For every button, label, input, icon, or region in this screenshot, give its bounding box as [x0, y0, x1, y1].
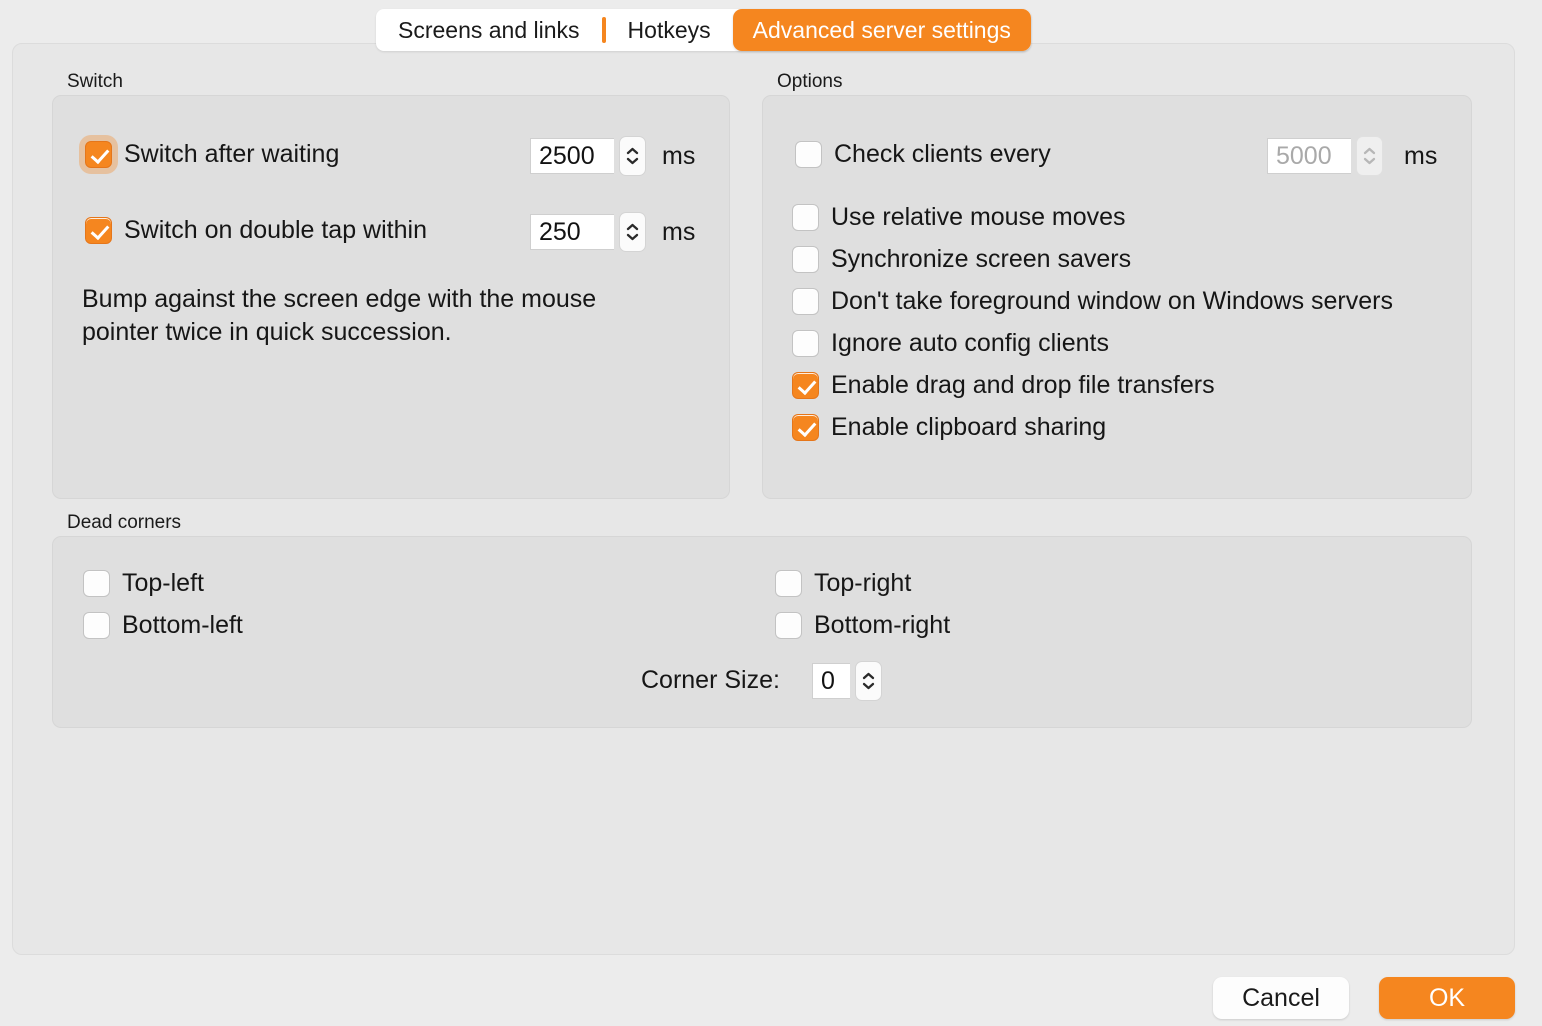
check-clients-every-label: Check clients every: [834, 140, 1051, 168]
check-clients-every-spinbox[interactable]: 5000: [1267, 136, 1383, 176]
tab-bar: Screens and links Hotkeys Advanced serve…: [376, 9, 1031, 51]
dead-corner-bottom-left-row[interactable]: Bottom-left: [83, 612, 243, 639]
chevron-up-icon[interactable]: [862, 672, 875, 680]
dead-corner-top-left-checkbox[interactable]: [83, 570, 110, 597]
chevron-up-icon[interactable]: [1363, 147, 1376, 155]
options-group-title: Options: [777, 71, 843, 92]
check-clients-every-input[interactable]: 5000: [1267, 138, 1351, 174]
dialog-window: Screens and links Hotkeys Advanced serve…: [0, 0, 1542, 1026]
dead-corners-group-title: Dead corners: [67, 512, 182, 533]
dead-corner-bottom-right-label: Bottom-right: [814, 611, 951, 639]
tab-advanced-server-settings[interactable]: Advanced server settings: [732, 9, 1031, 51]
option-synchronize-screen-savers[interactable]: Synchronize screen savers: [792, 246, 1131, 273]
dead-corner-bottom-left-label: Bottom-left: [122, 611, 243, 639]
check-clients-every-unit: ms: [1404, 142, 1438, 170]
check-clients-every-row[interactable]: Check clients every: [795, 141, 1051, 168]
chevron-down-icon[interactable]: [1363, 157, 1376, 165]
synchronize-screen-savers-checkbox[interactable]: [792, 246, 819, 273]
corner-size-spinbox[interactable]: 0: [812, 661, 882, 701]
switch-after-waiting-checkbox[interactable]: [85, 141, 112, 168]
dead-corner-bottom-right-row[interactable]: Bottom-right: [775, 612, 950, 639]
switch-after-waiting-unit: ms: [662, 142, 696, 170]
switch-on-double-tap-spinbox[interactable]: 250: [530, 212, 646, 252]
cancel-button[interactable]: Cancel: [1213, 977, 1349, 1019]
corner-size-stepper[interactable]: [855, 661, 882, 701]
dead-corner-bottom-right-checkbox[interactable]: [775, 612, 802, 639]
chevron-down-icon[interactable]: [626, 157, 639, 165]
ok-button[interactable]: OK: [1379, 977, 1515, 1019]
switch-hint-text: Bump against the screen edge with the mo…: [82, 285, 597, 346]
use-relative-mouse-moves-checkbox[interactable]: [792, 204, 819, 231]
dead-corner-bottom-left-checkbox[interactable]: [83, 612, 110, 639]
ignore-auto-config-clients-label: Ignore auto config clients: [831, 329, 1109, 357]
switch-on-double-tap-input[interactable]: 250: [530, 214, 614, 250]
dont-take-foreground-window-label: Don't take foreground window on Windows …: [831, 287, 1393, 315]
dead-corner-top-right-row[interactable]: Top-right: [775, 570, 911, 597]
chevron-up-icon[interactable]: [626, 223, 639, 231]
dead-corner-top-left-row[interactable]: Top-left: [83, 570, 204, 597]
option-ignore-auto-config-clients[interactable]: Ignore auto config clients: [792, 330, 1109, 357]
switch-on-double-tap-stepper[interactable]: [619, 212, 646, 252]
tab-hotkeys[interactable]: Hotkeys: [606, 9, 733, 51]
dead-corner-top-right-label: Top-right: [814, 569, 912, 597]
check-clients-every-stepper[interactable]: [1356, 136, 1383, 176]
use-relative-mouse-moves-label: Use relative mouse moves: [831, 203, 1126, 231]
option-enable-clipboard-sharing[interactable]: Enable clipboard sharing: [792, 414, 1106, 441]
dont-take-foreground-window-checkbox[interactable]: [792, 288, 819, 315]
enable-drag-and-drop-checkbox[interactable]: [792, 372, 819, 399]
chevron-down-icon[interactable]: [862, 682, 875, 690]
tab-screens-and-links[interactable]: Screens and links: [376, 9, 602, 51]
enable-clipboard-sharing-label: Enable clipboard sharing: [831, 413, 1107, 441]
switch-on-double-tap-label: Switch on double tap within: [124, 216, 427, 244]
switch-on-double-tap-unit: ms: [662, 218, 696, 246]
option-enable-drag-and-drop[interactable]: Enable drag and drop file transfers: [792, 372, 1215, 399]
switch-after-waiting-input[interactable]: 2500: [530, 138, 614, 174]
chevron-down-icon[interactable]: [626, 233, 639, 241]
dead-corner-top-right-checkbox[interactable]: [775, 570, 802, 597]
switch-after-waiting-label: Switch after waiting: [124, 140, 340, 168]
switch-after-waiting-row[interactable]: Switch after waiting: [85, 141, 339, 168]
switch-group-title: Switch: [67, 71, 123, 92]
tab-separator: [601, 17, 606, 43]
ignore-auto-config-clients-checkbox[interactable]: [792, 330, 819, 357]
check-clients-every-checkbox[interactable]: [795, 141, 822, 168]
corner-size-input[interactable]: 0: [812, 663, 850, 699]
switch-on-double-tap-row[interactable]: Switch on double tap within: [85, 217, 427, 244]
option-use-relative-mouse-moves[interactable]: Use relative mouse moves: [792, 204, 1126, 231]
enable-drag-and-drop-label: Enable drag and drop file transfers: [831, 371, 1215, 399]
synchronize-screen-savers-label: Synchronize screen savers: [831, 245, 1132, 273]
switch-after-waiting-spinbox[interactable]: 2500: [530, 136, 646, 176]
switch-on-double-tap-checkbox[interactable]: [85, 217, 112, 244]
option-dont-take-foreground-window[interactable]: Don't take foreground window on Windows …: [792, 288, 1393, 315]
corner-size-label: Corner Size:: [641, 666, 780, 694]
chevron-up-icon[interactable]: [626, 147, 639, 155]
dead-corners-group-box: [52, 536, 1472, 728]
switch-after-waiting-stepper[interactable]: [619, 136, 646, 176]
enable-clipboard-sharing-checkbox[interactable]: [792, 414, 819, 441]
dead-corner-top-left-label: Top-left: [122, 569, 204, 597]
